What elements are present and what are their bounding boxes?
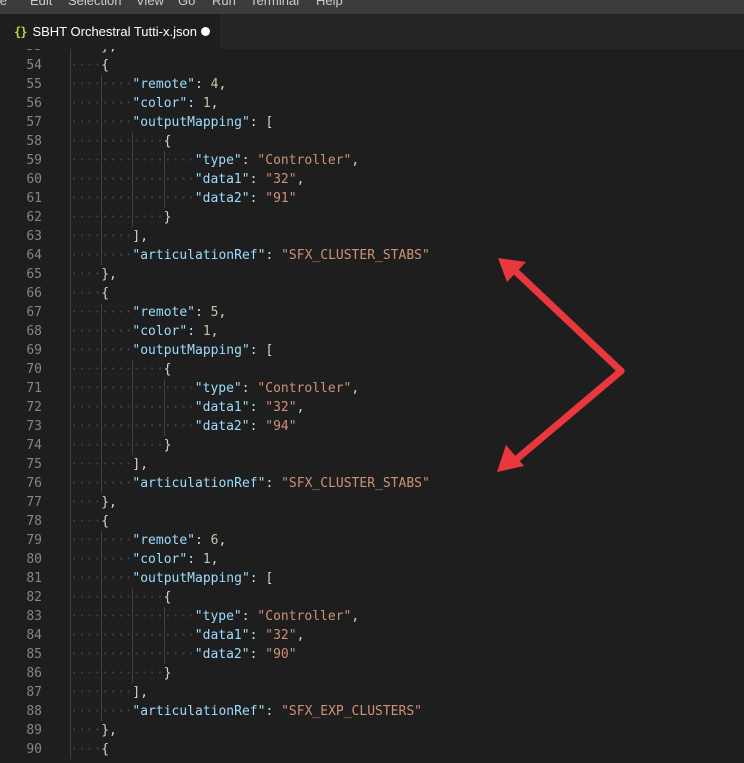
arrow-lower-shaft — [508, 367, 625, 467]
annotation-arrows — [497, 258, 625, 472]
arrow-upper-shaft — [508, 264, 625, 375]
